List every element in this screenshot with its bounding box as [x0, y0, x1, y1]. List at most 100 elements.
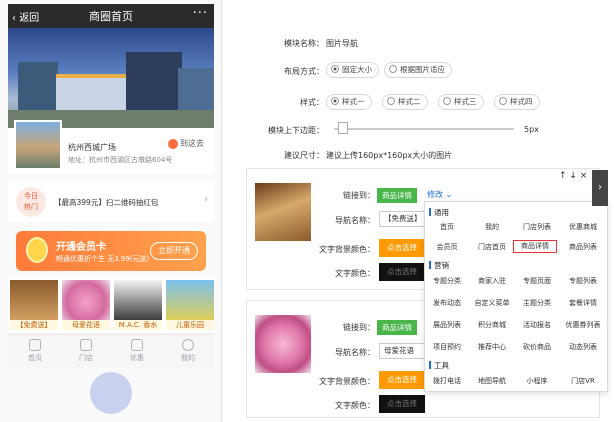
bg-color-picker[interactable]: 点击选择 [379, 239, 425, 257]
style-option-label: 样式三 [454, 97, 477, 106]
dropdown-item[interactable]: 商家入驻 [470, 276, 514, 286]
product-label: 【免费送】 [10, 320, 58, 330]
chevron-right-icon: › [204, 194, 208, 205]
dropdown-item[interactable]: 门店首页 [470, 242, 514, 252]
product-item[interactable]: 儿童乐园 [166, 280, 214, 330]
vip-title: 开通会员卡 [56, 242, 106, 253]
margin-slider-track[interactable] [334, 128, 514, 130]
dropdown-item[interactable]: 套餐详情 [561, 298, 605, 308]
edit-link-label: 修改 [427, 190, 443, 199]
nav-item-image[interactable] [255, 183, 311, 241]
layout-option-fixed[interactable]: 固定大小 [326, 62, 379, 78]
module-name-value: 图片导航 [326, 39, 358, 48]
dropdown-item[interactable]: 砍价商品 [515, 342, 559, 352]
nav-name-label: 导航名称： [335, 348, 375, 357]
text-bg-color-label: 文字背景颜色： [319, 377, 375, 386]
store-icon [80, 339, 92, 351]
move-delete-controls[interactable]: ↑ ↓ × [559, 171, 587, 181]
radio-unchecked-icon [387, 97, 395, 105]
edit-link[interactable]: 修改 ⌄ [427, 189, 452, 200]
tab-label: 优惠 [130, 354, 144, 362]
nav-item-image[interactable] [255, 315, 311, 373]
hot-promo-text: 【最高399元】扫二维码抽红包 [54, 198, 159, 207]
size-hint: 建议上传160px*160px大小的图片 [326, 151, 453, 160]
hot-badge-line1: 今日 [24, 192, 38, 200]
dropdown-item[interactable]: 小程序 [515, 376, 559, 386]
medal-icon [26, 237, 48, 263]
dropdown-item[interactable]: 项目预约 [425, 342, 469, 352]
tab-discount[interactable]: 优惠 [112, 339, 162, 363]
dropdown-item-selected[interactable]: 商品详情 [513, 240, 557, 253]
style-option-label: 样式二 [398, 97, 421, 106]
dropdown-item[interactable]: 活动报名 [515, 320, 559, 330]
dropdown-item[interactable]: 门店列表 [515, 222, 559, 232]
dropdown-item[interactable]: 地图导航 [470, 376, 514, 386]
text-color-label: 文字颜色： [335, 269, 375, 278]
go-here-button[interactable]: 到这去 [168, 138, 204, 149]
phone-title: 商圈首页 [89, 10, 133, 23]
product-item[interactable]: 母爱花语 [62, 280, 110, 330]
shop-address: 地址：杭州市西湖区古墩路604号 [68, 156, 173, 164]
dropdown-item[interactable]: 专题列表 [561, 276, 605, 286]
nav-name-label: 导航名称： [335, 216, 375, 225]
dropdown-item[interactable]: 积分商城 [470, 320, 514, 330]
layout-label: 布局方式： [284, 67, 324, 76]
style-option-1[interactable]: 样式一 [326, 94, 372, 110]
product-label: 母爱花语 [62, 320, 110, 330]
dropdown-item[interactable]: 专题页面 [515, 276, 559, 286]
dropdown-item[interactable]: 优惠商城 [561, 222, 605, 232]
text-color-picker[interactable]: 点击选择 [379, 395, 425, 413]
product-item[interactable]: M.A.C. 香水 [114, 280, 162, 330]
dropdown-item[interactable]: 拨打电话 [425, 376, 469, 386]
size-label: 建议尺寸： [284, 151, 324, 160]
shop-name: 杭州西城广场 [68, 143, 116, 152]
dropdown-item[interactable]: 优惠券列表 [561, 320, 605, 330]
collapse-panel-button[interactable]: › [592, 170, 608, 206]
hot-badge: 今日 热门 [16, 187, 46, 217]
tab-mine[interactable]: 我的 [163, 339, 213, 363]
radio-unchecked-icon [443, 97, 451, 105]
dropdown-item[interactable]: 首页 [425, 222, 469, 232]
tab-store[interactable]: 门店 [61, 339, 111, 363]
layout-option-adaptive[interactable]: 根据图片适应 [384, 62, 452, 78]
tab-home[interactable]: 首页 [10, 339, 60, 363]
product-strip: 【免费送】 母爱花语 M.A.C. 香水 儿童乐园 [8, 278, 214, 332]
dropdown-item[interactable]: 专题分类 [425, 276, 469, 286]
dropdown-item[interactable]: 门店VR [561, 376, 605, 386]
product-item[interactable]: 【免费送】 [10, 280, 58, 330]
dropdown-item[interactable]: 发布动态 [425, 298, 469, 308]
text-color-label: 文字颜色： [335, 401, 375, 410]
shop-info-panel: 杭州西城广场 地址：杭州市西湖区古墩路604号 到这去 [8, 120, 214, 174]
dropdown-item[interactable]: 动态列表 [561, 342, 605, 352]
dropdown-item[interactable]: 展品列表 [425, 320, 469, 330]
tab-label: 首页 [28, 354, 42, 362]
dropdown-item[interactable]: 我的 [470, 222, 514, 232]
margin-slider-handle[interactable] [338, 122, 348, 134]
go-here-label: 到这去 [180, 139, 204, 148]
bg-color-picker[interactable]: 点击选择 [379, 371, 425, 389]
dropdown-section-title: 通用 [429, 207, 449, 218]
dropdown-item[interactable]: 会员页 [425, 242, 469, 252]
style-option-4[interactable]: 样式四 [494, 94, 540, 110]
vip-open-button[interactable]: 立即开通 [150, 242, 198, 260]
text-bg-color-label: 文字背景颜色： [319, 245, 375, 254]
dropdown-item[interactable]: 商品列表 [561, 242, 605, 252]
style-option-2[interactable]: 样式二 [382, 94, 428, 110]
product-label: 儿童乐园 [166, 320, 214, 330]
dropdown-item[interactable]: 推荐中心 [470, 342, 514, 352]
home-icon [29, 339, 41, 351]
phone-tab-bar: 首页 门店 优惠 我的 [8, 334, 214, 368]
style-option-label: 样式四 [510, 97, 533, 106]
layout-option-label: 固定大小 [342, 65, 372, 74]
coupon-icon [131, 339, 143, 351]
more-icon[interactable]: ··· [193, 6, 208, 21]
phone-home-button[interactable] [90, 372, 132, 414]
margin-label: 模块上下边距： [268, 126, 324, 135]
dropdown-item[interactable]: 自定义菜单 [470, 298, 514, 308]
dropdown-item[interactable]: 主题分类 [515, 298, 559, 308]
tab-label: 门店 [79, 354, 93, 362]
style-option-3[interactable]: 样式三 [438, 94, 484, 110]
hot-promo-row[interactable]: 今日 热门 【最高399元】扫二维码抽红包 › [8, 182, 214, 222]
text-color-picker[interactable]: 点击选择 [379, 263, 425, 281]
link-label: 链接到： [343, 323, 375, 332]
